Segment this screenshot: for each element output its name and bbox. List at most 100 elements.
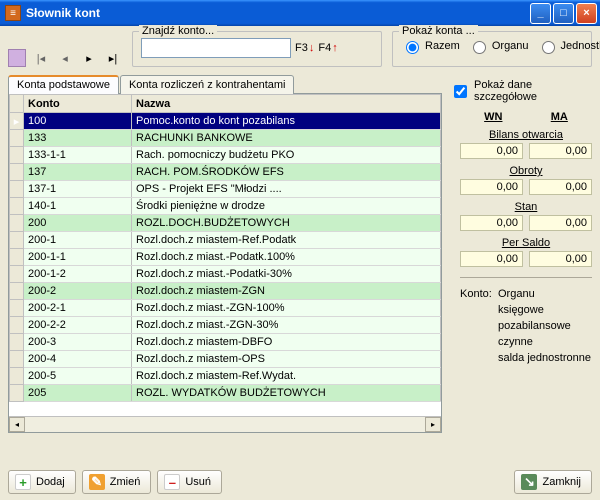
- arrow-down-icon: ↓: [309, 42, 315, 54]
- cell-nazwa: Rozl.doch.z miast.-Podatki-30%: [132, 266, 441, 283]
- cell-konto: 200-1-2: [24, 266, 132, 283]
- row-indicator: [10, 351, 24, 368]
- table-row[interactable]: 200-4Rozl.doch.z miastem-OPS: [10, 351, 441, 368]
- table-row[interactable]: 200-2-2Rozl.doch.z miast.-ZGN-30%: [10, 317, 441, 334]
- tab-contractor-accounts[interactable]: Konta rozliczeń z kontrahentami: [120, 75, 295, 94]
- cell-konto: 200-5: [24, 368, 132, 385]
- table-row[interactable]: 137-1OPS - Projekt EFS "Młodzi ....: [10, 181, 441, 198]
- close-button[interactable]: ↘Zamknij: [514, 470, 592, 494]
- divider: [460, 277, 592, 278]
- table-row[interactable]: 140-1Środki pieniężne w drodze: [10, 198, 441, 215]
- cell-konto: 200-2: [24, 283, 132, 300]
- table-row[interactable]: 137RACH. POM.ŚRODKÓW EFS: [10, 164, 441, 181]
- cell-nazwa: Pomoc.konto do kont pozabilans: [132, 113, 441, 130]
- row-indicator: [10, 147, 24, 164]
- cell-konto: 137: [24, 164, 132, 181]
- row-indicator: [10, 215, 24, 232]
- row-indicator: [10, 283, 24, 300]
- radio-jednostki[interactable]: Jednostki: [537, 38, 600, 54]
- scroll-right-button[interactable]: ▸: [425, 417, 441, 432]
- tab-basic-accounts[interactable]: Konta podstawowe: [8, 75, 119, 94]
- cell-konto: 137-1: [24, 181, 132, 198]
- window-close-button[interactable]: ×: [576, 3, 597, 24]
- col-header-konto[interactable]: Konto: [24, 95, 132, 113]
- section-persaldo: Per Saldo 0,000,00: [460, 237, 592, 267]
- row-indicator: [10, 368, 24, 385]
- cell-konto: 200: [24, 215, 132, 232]
- scroll-left-button[interactable]: ◂: [9, 417, 25, 432]
- cell-konto: 205: [24, 385, 132, 402]
- search-legend: Znajdź konto...: [139, 25, 217, 37]
- table-row[interactable]: 200-1-1Rozl.doch.z miast.-Podatk.100%: [10, 249, 441, 266]
- accounts-grid: Konto Nazwa ▸100Pomoc.konto do kont poza…: [8, 93, 442, 433]
- table-row[interactable]: 133RACHUNKI BANKOWE: [10, 130, 441, 147]
- table-row[interactable]: 205ROZL. WYDATKÓW BUDŻETOWYCH: [10, 385, 441, 402]
- edit-button[interactable]: ✎Zmień: [82, 470, 152, 494]
- table-row[interactable]: ▸100Pomoc.konto do kont pozabilans: [10, 113, 441, 130]
- radio-razem[interactable]: Razem: [401, 38, 460, 54]
- save-button[interactable]: [8, 49, 26, 67]
- f3-hint: F3↓: [295, 42, 314, 54]
- maximize-button[interactable]: □: [553, 3, 574, 24]
- nav-next-button[interactable]: ▸: [80, 49, 98, 67]
- app-icon: ≡: [5, 5, 21, 21]
- radio-organu[interactable]: Organu: [468, 38, 529, 54]
- cell-nazwa: Rozl.doch.z miast.-ZGN-100%: [132, 300, 441, 317]
- scroll-track[interactable]: [25, 417, 425, 432]
- main-area: Konta podstawowe Konta rozliczeń z kontr…: [0, 75, 600, 433]
- plus-icon: +: [15, 474, 31, 490]
- section-obroty: Obroty 0,000,00: [460, 165, 592, 195]
- cell-nazwa: ROZL.DOCH.BUDŻETOWYCH: [132, 215, 441, 232]
- row-indicator: [10, 232, 24, 249]
- search-input[interactable]: [141, 38, 291, 58]
- add-button[interactable]: +Dodaj: [8, 470, 76, 494]
- nav-buttons: |◂ ◂ ▸ ▸|: [8, 31, 122, 67]
- row-indicator: [10, 130, 24, 147]
- table-row[interactable]: 200ROZL.DOCH.BUDŻETOWYCH: [10, 215, 441, 232]
- toolbar: |◂ ◂ ▸ ▸| Znajdź konto... F3↓ F4↑ Pokaż …: [0, 26, 600, 75]
- show-accounts-group: Pokaż konta ... Razem Organu Jednostki: [392, 31, 592, 67]
- col-ma: MA: [551, 111, 568, 123]
- table-row[interactable]: 200-2-1Rozl.doch.z miast.-ZGN-100%: [10, 300, 441, 317]
- show-accounts-legend: Pokaż konta ...: [399, 25, 478, 37]
- section-bilans: Bilans otwarcia 0,000,00: [460, 129, 592, 159]
- row-indicator: [10, 249, 24, 266]
- table-row[interactable]: 200-1Rozl.doch.z miastem-Ref.Podatk: [10, 232, 441, 249]
- row-indicator: [10, 300, 24, 317]
- cell-nazwa: Rozl.doch.z miast.-ZGN-30%: [132, 317, 441, 334]
- tab-strip: Konta podstawowe Konta rozliczeń z kontr…: [8, 75, 442, 94]
- minimize-button[interactable]: _: [530, 3, 551, 24]
- section-stan: Stan 0,000,00: [460, 201, 592, 231]
- cell-konto: 100: [24, 113, 132, 130]
- search-group: Znajdź konto... F3↓ F4↑: [132, 31, 382, 67]
- footer-buttons: +Dodaj ✎Zmień –Usuń ↘Zamknij: [8, 470, 592, 494]
- show-details-checkbox[interactable]: [454, 85, 467, 98]
- horizontal-scrollbar[interactable]: ◂ ▸: [9, 416, 441, 432]
- row-indicator: [10, 334, 24, 351]
- nav-last-button[interactable]: ▸|: [104, 49, 122, 67]
- arrow-up-icon: ↑: [332, 42, 338, 54]
- nav-prev-button[interactable]: ◂: [56, 49, 74, 67]
- cell-konto: 133: [24, 130, 132, 147]
- row-indicator: ▸: [10, 113, 24, 130]
- minus-icon: –: [164, 474, 180, 490]
- table-row[interactable]: 133-1-1Rach. pomocniczy budżetu PKO: [10, 147, 441, 164]
- row-indicator: [10, 317, 24, 334]
- delete-button[interactable]: –Usuń: [157, 470, 222, 494]
- details-pane: Pokaż dane szczegółowe WN MA Bilans otwa…: [442, 75, 592, 433]
- left-pane: Konta podstawowe Konta rozliczeń z kontr…: [8, 75, 442, 433]
- cell-nazwa: Rozl.doch.z miast.-Podatk.100%: [132, 249, 441, 266]
- cell-nazwa: ROZL. WYDATKÓW BUDŻETOWYCH: [132, 385, 441, 402]
- table-row[interactable]: 200-3Rozl.doch.z miastem-DBFO: [10, 334, 441, 351]
- nav-first-button[interactable]: |◂: [32, 49, 50, 67]
- table-row[interactable]: 200-1-2Rozl.doch.z miast.-Podatki-30%: [10, 266, 441, 283]
- col-header-nazwa[interactable]: Nazwa: [132, 95, 441, 113]
- account-info: Konto:Organu księgowe pozabilansowe czyn…: [452, 288, 592, 364]
- cell-konto: 200-3: [24, 334, 132, 351]
- table-row[interactable]: 200-5Rozl.doch.z miastem-Ref.Wydat.: [10, 368, 441, 385]
- f4-hint: F4↑: [318, 42, 337, 54]
- cell-konto: 200-1-1: [24, 249, 132, 266]
- close-icon: ↘: [521, 474, 537, 490]
- cell-nazwa: RACH. POM.ŚRODKÓW EFS: [132, 164, 441, 181]
- table-row[interactable]: 200-2Rozl.doch.z miastem-ZGN: [10, 283, 441, 300]
